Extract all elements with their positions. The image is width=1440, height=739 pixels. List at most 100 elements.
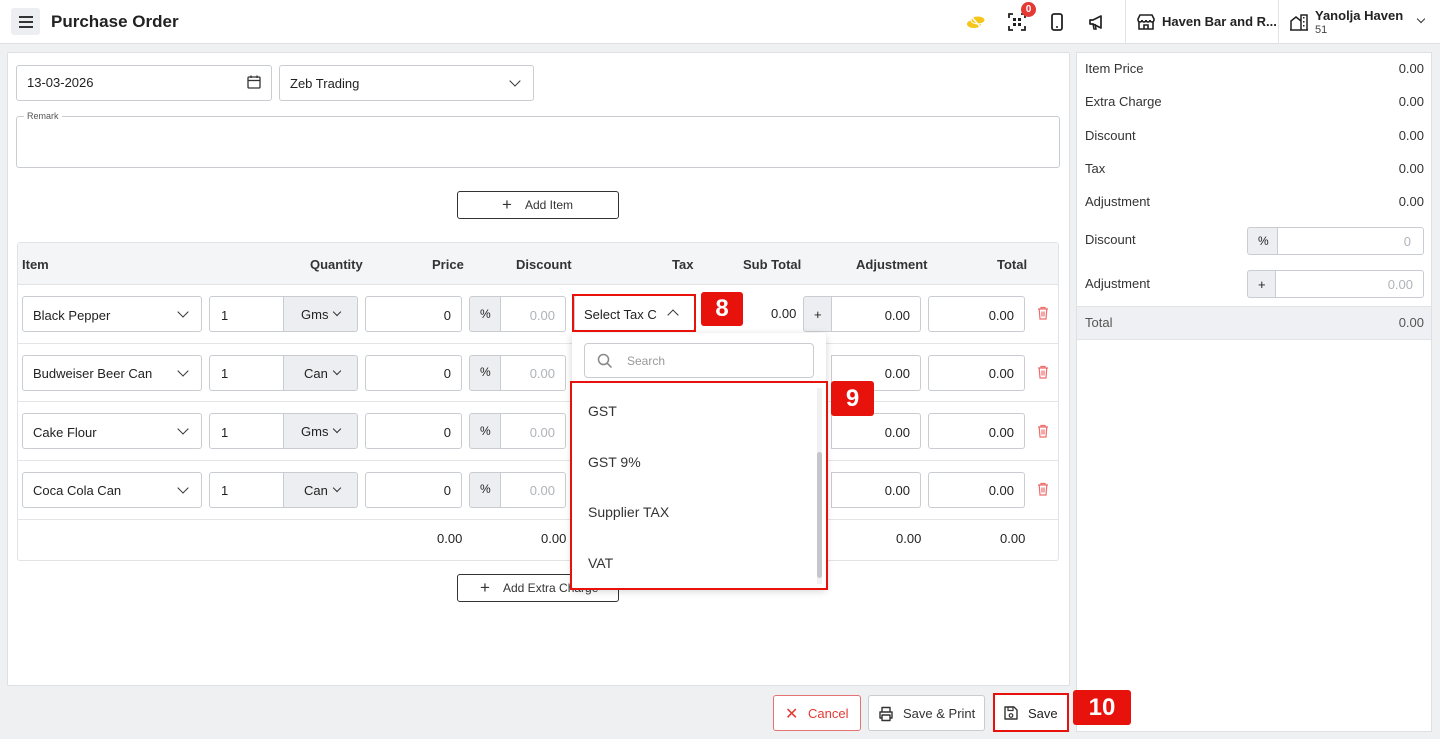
chevron-down-icon[interactable]	[1416, 14, 1426, 24]
total-input[interactable]: 0.00	[928, 355, 1025, 391]
quantity-input[interactable]: 1	[209, 472, 284, 508]
summary-panel	[1076, 52, 1432, 732]
item-select[interactable]: Budweiser Beer Can	[22, 355, 202, 391]
discount-type-toggle[interactable]: %	[469, 355, 501, 391]
quantity-input[interactable]: 1	[209, 355, 284, 391]
col-quantity: Quantity	[310, 257, 363, 272]
megaphone-icon[interactable]	[1087, 12, 1107, 32]
adjustment-value: 0.00	[884, 425, 910, 440]
discount-input[interactable]: 0.00	[500, 355, 566, 391]
summary-item-price: 0.00	[1398, 61, 1424, 76]
price-input[interactable]: 0	[365, 472, 462, 508]
item-select[interactable]: Cake Flour	[22, 413, 202, 449]
date-field[interactable]: 13-03-2026	[16, 65, 272, 101]
unit-select[interactable]: Can	[283, 355, 358, 391]
summary-discount-type-toggle[interactable]: %	[1247, 227, 1278, 255]
unit-value: Can	[304, 483, 328, 498]
discount-value: 0.00	[529, 366, 555, 381]
price-input[interactable]: 0	[365, 355, 462, 391]
quantity-input[interactable]: 1	[209, 413, 284, 449]
price-input[interactable]: 0	[365, 296, 462, 332]
summary-adjustment: 0.00	[1398, 194, 1424, 209]
summary-total-row	[1077, 306, 1431, 340]
chevron-down-icon	[509, 75, 521, 87]
date-value: 13-03-2026	[27, 75, 94, 90]
cancel-button[interactable]: ✕ Cancel	[773, 695, 861, 731]
trash-icon[interactable]	[1037, 306, 1049, 320]
page-title: Purchase Order	[51, 12, 179, 31]
col-tax: Tax	[672, 257, 694, 272]
discount-input[interactable]: 0.00	[500, 296, 566, 332]
quantity-value: 1	[221, 308, 229, 323]
unit-select[interactable]: Gms	[283, 296, 358, 332]
col-price: Price	[432, 257, 464, 272]
discount-type: %	[480, 307, 491, 321]
add-item-button[interactable]: + Add Item	[457, 191, 619, 219]
save-print-button[interactable]: Save & Print	[868, 695, 985, 731]
adjustment-input[interactable]: 0.00	[831, 296, 921, 332]
unit-select[interactable]: Can	[283, 472, 358, 508]
building-icon	[1290, 14, 1308, 31]
discount-type: %	[480, 424, 491, 438]
price-input[interactable]: 0	[365, 413, 462, 449]
store-selector[interactable]: Haven Bar and R...	[1162, 14, 1277, 29]
col-adjustment: Adjustment	[856, 257, 928, 272]
item-select[interactable]: Black Pepper	[22, 296, 202, 332]
chevron-down-icon	[177, 306, 189, 318]
discount-value: 0.00	[529, 425, 555, 440]
col-total: Total	[997, 257, 1028, 272]
discount-type-toggle[interactable]: %	[469, 296, 501, 332]
price-value: 0	[443, 308, 451, 323]
unit-value: Gms	[301, 424, 329, 439]
adjustment-input[interactable]: 0.00	[831, 472, 921, 508]
quantity-value: 1	[221, 483, 229, 498]
summary-adjustment-input[interactable]: 0.00	[1275, 270, 1424, 298]
item-select[interactable]: Coca Cola Can	[22, 472, 202, 508]
discount-type: %	[480, 482, 491, 496]
summary-total: 0.00	[1398, 315, 1424, 330]
total-input[interactable]: 0.00	[928, 472, 1025, 508]
floppy-disk-icon	[1004, 706, 1018, 720]
mobile-icon[interactable]	[1047, 12, 1067, 32]
header-divider	[1278, 0, 1279, 44]
adjustment-sign-toggle[interactable]: +	[803, 296, 832, 332]
chevron-down-icon	[332, 483, 342, 493]
coins-icon[interactable]	[966, 12, 986, 32]
save-button[interactable]: Save	[993, 693, 1069, 732]
company-name[interactable]: Yanolja Haven	[1315, 8, 1403, 23]
discount-type-toggle[interactable]: %	[469, 472, 501, 508]
discount-input[interactable]: 0.00	[500, 413, 566, 449]
supplier-select[interactable]: Zeb Trading	[279, 65, 534, 101]
step-9-marker: 9	[831, 381, 874, 416]
discount-type-toggle[interactable]: %	[469, 413, 501, 449]
step-10-marker: 10	[1073, 690, 1131, 725]
remark-field[interactable]	[16, 116, 1060, 168]
add-item-label: Add Item	[525, 198, 574, 212]
summary-extra-charge: 0.00	[1398, 94, 1424, 109]
menu-icon[interactable]	[11, 8, 40, 35]
discount-input[interactable]: 0.00	[500, 472, 566, 508]
trash-icon[interactable]	[1037, 424, 1049, 438]
chevron-down-icon	[177, 423, 189, 435]
summary-adjustment-input-value: 0.00	[1387, 277, 1413, 292]
summary-tax-label: Tax	[1085, 161, 1106, 176]
summary-adjustment-sign-toggle[interactable]: +	[1247, 270, 1276, 298]
chevron-down-icon	[177, 365, 189, 377]
discount-value: 0.00	[529, 308, 555, 323]
trash-icon[interactable]	[1037, 365, 1049, 379]
row-divider	[18, 519, 1058, 520]
calendar-icon[interactable]	[247, 75, 261, 89]
adjustment-input[interactable]: 0.00	[831, 413, 921, 449]
summary-total-label: Total	[1085, 315, 1113, 330]
trash-icon[interactable]	[1037, 482, 1049, 496]
item-name: Coca Cola Can	[33, 483, 122, 498]
quantity-input[interactable]: 1	[209, 296, 284, 332]
save-print-label: Save & Print	[903, 706, 976, 721]
summary-discount-input[interactable]: 0	[1277, 227, 1424, 255]
unit-select[interactable]: Gms	[283, 413, 358, 449]
row-divider	[18, 343, 1058, 344]
tax-search-input[interactable]: Search	[584, 343, 814, 378]
total-input[interactable]: 0.00	[928, 296, 1025, 332]
total-input[interactable]: 0.00	[928, 413, 1025, 449]
summary-discount-input-value: 0	[1403, 234, 1411, 249]
